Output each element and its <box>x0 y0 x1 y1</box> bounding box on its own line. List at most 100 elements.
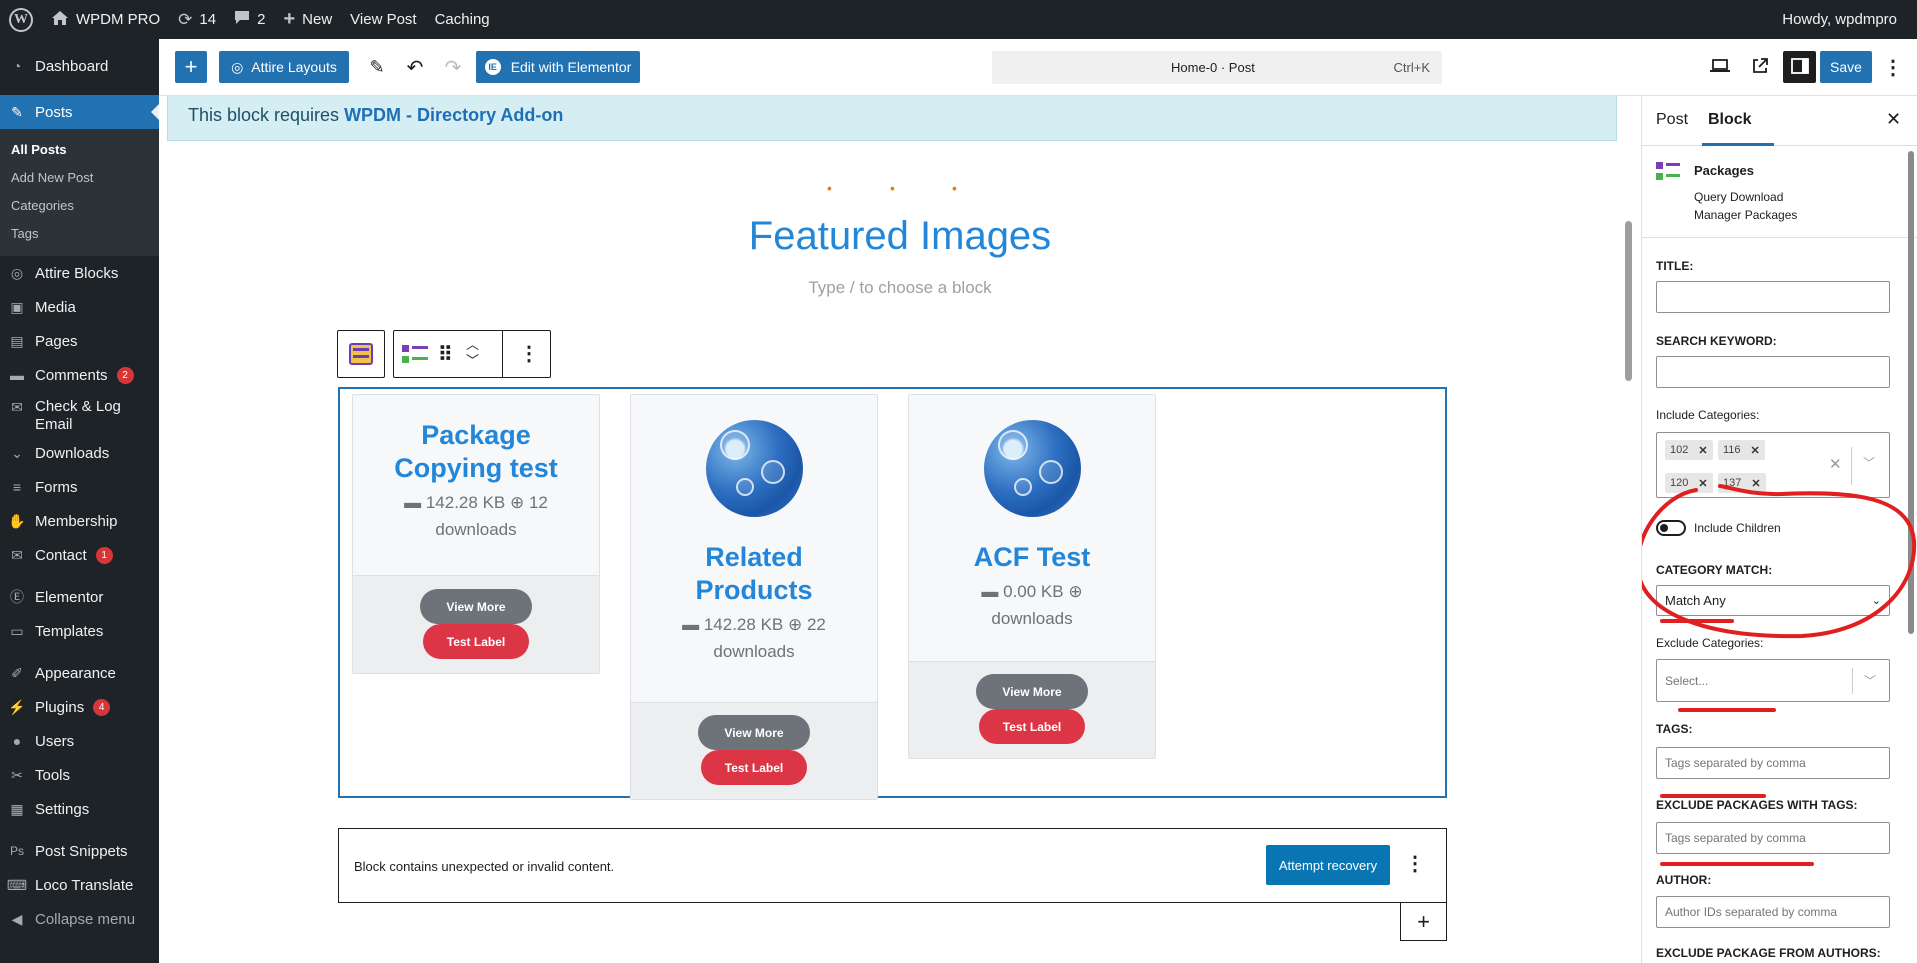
redo-button[interactable]: ↷ <box>437 51 469 83</box>
menu-membership[interactable]: ✋ Membership <box>0 504 159 538</box>
menu-posts[interactable]: ✎ Posts <box>0 95 159 129</box>
site-name-link[interactable]: WPDM PRO <box>42 0 169 39</box>
new-content-link[interactable]: + New <box>274 0 341 39</box>
tools-button[interactable]: ✎ <box>361 51 393 83</box>
settings-sidebar-toggle[interactable] <box>1783 51 1816 83</box>
block-inserter-button[interactable]: + <box>175 51 207 83</box>
exclude-tags-input[interactable]: Tags separated by comma <box>1656 822 1890 854</box>
howdy-text: Howdy, wpdmpro <box>1782 11 1897 28</box>
menu-appearance[interactable]: ✐ Appearance <box>0 656 159 690</box>
test-label-button[interactable]: Test Label <box>423 624 529 659</box>
comments-link[interactable]: 2 <box>225 0 274 39</box>
notice-addon-link[interactable]: WPDM - Directory Add-on <box>344 105 563 125</box>
menu-label: Post Snippets <box>35 842 128 860</box>
submenu-add-new-post[interactable]: Add New Post <box>0 164 159 192</box>
append-block-button[interactable]: + <box>1400 902 1447 941</box>
email-icon: ✉ <box>11 398 23 415</box>
menu-templates[interactable]: ▭ Templates <box>0 614 159 648</box>
warning-options-icon[interactable]: ⋮ <box>1405 851 1425 876</box>
title-input[interactable] <box>1656 281 1890 313</box>
move-buttons[interactable]: ︿ ﹀ <box>466 337 479 369</box>
menu-users[interactable]: ● Users <box>0 724 159 758</box>
options-menu-button[interactable]: ⋮ <box>1877 51 1909 83</box>
folder-icon: ▭ <box>10 622 24 639</box>
view-more-button[interactable]: View More <box>420 589 532 624</box>
author-input[interactable]: Author IDs separated by comma <box>1656 896 1890 928</box>
chevron-down-icon[interactable]: ﹀ <box>466 353 479 368</box>
invalid-block-warning: Block contains unexpected or invalid con… <box>338 828 1447 903</box>
collapse-menu[interactable]: ◀ Collapse menu <box>0 902 159 936</box>
downloads-label: downloads <box>713 642 795 661</box>
membership-icon: ✋ <box>8 512 26 529</box>
menu-label: Comments <box>35 366 108 384</box>
menu-dashboard[interactable]: ◔ Dashboard <box>0 49 159 83</box>
package-thumbnail[interactable] <box>706 420 803 517</box>
preview-device-button[interactable] <box>1704 51 1736 83</box>
package-thumbnail[interactable] <box>984 420 1081 517</box>
submenu-tags[interactable]: Tags <box>0 220 159 248</box>
test-label-button[interactable]: Test Label <box>701 750 807 785</box>
tab-block[interactable]: Block <box>1708 111 1752 129</box>
menu-settings[interactable]: ▦ Settings <box>0 792 159 826</box>
author-placeholder: Author IDs separated by comma <box>1665 905 1838 919</box>
document-title: Home-0 · Post <box>1171 60 1255 75</box>
plus-icon: + <box>184 54 198 79</box>
undo-button[interactable]: ↶ <box>399 51 431 83</box>
menu-attire-blocks[interactable]: ◎ Attire Blocks <box>0 256 159 290</box>
featured-images-heading[interactable]: Featured Images <box>159 214 1641 259</box>
exclude-tags-placeholder: Tags separated by comma <box>1665 831 1806 845</box>
attire-layouts-label: Attire Layouts <box>251 59 337 75</box>
block-options-icon[interactable]: ⋮ <box>519 341 539 366</box>
menu-tools[interactable]: ✂ Tools <box>0 758 159 792</box>
drag-handle-icon[interactable]: ⠿ <box>438 342 453 367</box>
menu-forms[interactable]: ≡ Forms <box>0 470 159 504</box>
updates-link[interactable]: ⟳ 14 <box>169 0 225 39</box>
menu-downloads[interactable]: ⌄ Downloads <box>0 436 159 470</box>
block-settings-panel: Post Block ✕ Packages Query Download Mana… <box>1641 96 1917 963</box>
menu-comments[interactable]: ▬ Comments 2 <box>0 358 159 392</box>
view-more-button[interactable]: View More <box>698 715 810 750</box>
menu-elementor[interactable]: Ⓔ Elementor <box>0 580 159 614</box>
card-footer: View More Test Label <box>909 661 1155 758</box>
elementor-icon: Ⓔ <box>10 589 24 605</box>
attire-layouts-button[interactable]: ◎ Attire Layouts <box>219 51 349 83</box>
menu-contact[interactable]: ✉ Contact 1 <box>0 538 159 572</box>
exclude-tags-label: EXCLUDE PACKAGES WITH TAGS: <box>1656 798 1858 812</box>
view-post-button[interactable] <box>1744 51 1776 83</box>
view-more-button[interactable]: View More <box>976 674 1088 709</box>
packages-block-icon[interactable] <box>402 343 428 367</box>
caching-link[interactable]: Caching <box>426 0 499 39</box>
exclude-categories-select[interactable]: Select... ﹀ <box>1656 659 1890 702</box>
parent-block-selector[interactable] <box>337 330 385 378</box>
menu-label: Templates <box>35 622 104 640</box>
edit-with-elementor-button[interactable]: IE Edit with Elementor <box>476 51 640 83</box>
save-button[interactable]: Save <box>1820 51 1872 83</box>
menu-plugins[interactable]: ⚡ Plugins 4 <box>0 690 159 724</box>
submenu-categories[interactable]: Categories <box>0 192 159 220</box>
menu-loco-translate[interactable]: ⌨ Loco Translate <box>0 868 159 902</box>
close-panel-icon[interactable]: ✕ <box>1886 109 1901 130</box>
package-size: 142.28 KB <box>425 493 506 512</box>
block-placeholder[interactable]: Type / to choose a block <box>159 278 1641 298</box>
tags-input[interactable]: Tags separated by comma <box>1656 747 1890 779</box>
menu-label: Elementor <box>35 588 104 606</box>
package-title[interactable]: Related Products <box>631 541 877 607</box>
menu-pages[interactable]: ▤ Pages <box>0 324 159 358</box>
contact-icon: ✉ <box>11 546 23 563</box>
document-command-bar[interactable]: Home-0 · Post Ctrl+K <box>992 51 1442 84</box>
package-title[interactable]: Package Copying test <box>353 419 599 485</box>
packages-block[interactable]: Package Copying test ▬ 142.28 KB ⊕ 12 down… <box>338 387 1447 800</box>
chevron-up-icon[interactable]: ︿ <box>466 337 479 352</box>
attempt-recovery-button[interactable]: Attempt recovery <box>1266 845 1390 885</box>
view-post-link[interactable]: View Post <box>341 0 425 39</box>
tab-post[interactable]: Post <box>1656 111 1688 129</box>
menu-post-snippets[interactable]: Ps Post Snippets <box>0 834 159 868</box>
wordpress-logo[interactable]: W <box>0 0 42 39</box>
canvas-scrollbar[interactable] <box>1625 221 1632 381</box>
account-menu[interactable]: Howdy, wpdmpro <box>1773 0 1917 39</box>
menu-check-log-email[interactable]: ✉ Check & Log Email <box>0 392 159 436</box>
test-label-button[interactable]: Test Label <box>979 709 1085 744</box>
package-title[interactable]: ACF Test <box>909 541 1155 574</box>
submenu-all-posts[interactable]: All Posts <box>0 136 159 164</box>
menu-media[interactable]: ▣ Media <box>0 290 159 324</box>
